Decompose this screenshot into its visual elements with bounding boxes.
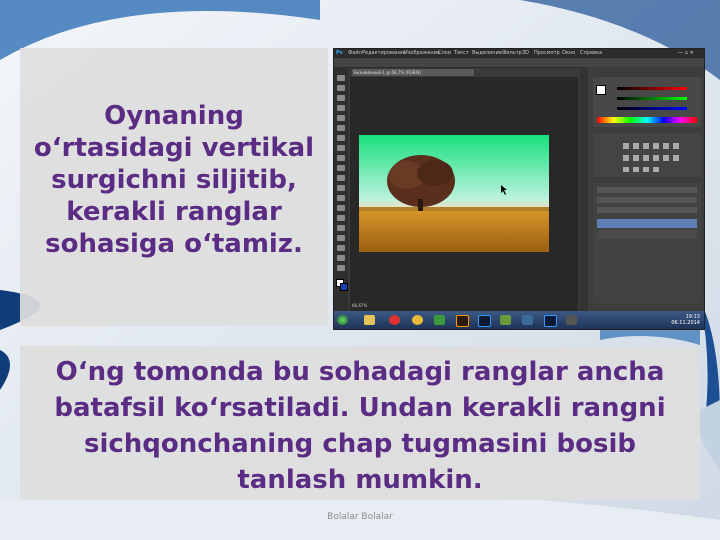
dodge-tool-icon[interactable] bbox=[337, 205, 345, 211]
illustrator-icon[interactable] bbox=[456, 315, 469, 327]
ps-menu-edit[interactable]: Редактирование bbox=[362, 50, 406, 56]
layers-panel bbox=[593, 183, 701, 303]
red-slider[interactable] bbox=[617, 87, 687, 90]
ps-menu-image[interactable]: Изображение bbox=[404, 50, 440, 56]
adjustments-panel bbox=[593, 133, 701, 177]
ps-toolbar bbox=[334, 67, 348, 311]
ps-logo: Ps bbox=[336, 50, 343, 56]
background-color-swatch[interactable] bbox=[340, 283, 348, 291]
zoom-tool-icon[interactable] bbox=[337, 265, 345, 271]
healing-tool-icon[interactable] bbox=[337, 135, 345, 141]
eyedropper-tool-icon[interactable] bbox=[337, 125, 345, 131]
app3-icon[interactable] bbox=[522, 315, 533, 325]
type-tool-icon[interactable] bbox=[337, 225, 345, 231]
lasso-tool-icon[interactable] bbox=[337, 95, 345, 101]
gradient-tool-icon[interactable] bbox=[337, 185, 345, 191]
layer-row[interactable] bbox=[597, 230, 697, 239]
spectrum-bar[interactable] bbox=[597, 117, 697, 123]
eraser-tool-icon[interactable] bbox=[337, 175, 345, 181]
blue-slider[interactable] bbox=[617, 107, 687, 110]
ps-menu-view[interactable]: Просмотр bbox=[534, 50, 560, 56]
window-controls[interactable]: — ▫ ✕ bbox=[678, 50, 694, 56]
photoshop-icon[interactable] bbox=[478, 315, 491, 327]
layer-row-selected[interactable] bbox=[597, 219, 697, 228]
hand-tool-icon[interactable] bbox=[337, 255, 345, 261]
brush-tool-icon[interactable] bbox=[337, 145, 345, 151]
chrome-icon[interactable] bbox=[412, 315, 423, 325]
windows-taskbar: 19:13 06.11.2014 bbox=[334, 311, 704, 329]
app4-icon[interactable] bbox=[566, 315, 577, 325]
blur-tool-icon[interactable] bbox=[337, 195, 345, 201]
app2-icon[interactable] bbox=[500, 315, 511, 325]
opera-icon[interactable] bbox=[389, 315, 400, 325]
ps-menu-help[interactable]: Справка bbox=[580, 50, 602, 56]
ps-menu-file[interactable]: Файл bbox=[348, 50, 362, 56]
ps-right-panels bbox=[580, 67, 704, 311]
explorer-icon[interactable] bbox=[364, 315, 375, 325]
history-brush-tool-icon[interactable] bbox=[337, 165, 345, 171]
slide-text-bottom: O‘ng tomonda bu sohadagi ranglar ancha b… bbox=[54, 357, 666, 495]
move-tool-icon[interactable] bbox=[337, 75, 345, 81]
ps-menu-type[interactable]: Текст bbox=[454, 50, 469, 56]
marquee-tool-icon[interactable] bbox=[337, 85, 345, 91]
quick-select-tool-icon[interactable] bbox=[337, 105, 345, 111]
start-button-icon[interactable] bbox=[337, 315, 348, 325]
tree-photo bbox=[359, 135, 549, 252]
taskbar-clock: 19:13 06.11.2014 bbox=[671, 314, 700, 326]
path-select-tool-icon[interactable] bbox=[337, 235, 345, 241]
green-slider[interactable] bbox=[617, 97, 687, 100]
panel-collapse-strip[interactable] bbox=[580, 67, 588, 311]
ps-menu-3d[interactable]: 3D bbox=[522, 50, 529, 56]
fg-swatch[interactable] bbox=[596, 85, 606, 95]
ps-menu-select[interactable]: Выделение bbox=[472, 50, 502, 56]
ps-menu-window[interactable]: Окно bbox=[562, 50, 575, 56]
ps-menu-filter[interactable]: Фильтр bbox=[502, 50, 522, 56]
app-icon[interactable] bbox=[434, 315, 445, 325]
shape-tool-icon[interactable] bbox=[337, 245, 345, 251]
pen-tool-icon[interactable] bbox=[337, 215, 345, 221]
status-zoom: 66,67% bbox=[352, 303, 368, 308]
clock-date: 06.11.2014 bbox=[671, 320, 700, 326]
stamp-tool-icon[interactable] bbox=[337, 155, 345, 161]
ps-menubar: Ps Файл Редактирование Изображение Слои … bbox=[334, 49, 704, 58]
slide-footer: Bolalar Bolalar bbox=[327, 512, 393, 522]
photoshop-active-icon[interactable] bbox=[544, 315, 557, 327]
ps-menu-layers[interactable]: Слои bbox=[438, 50, 451, 56]
crop-tool-icon[interactable] bbox=[337, 115, 345, 121]
photoshop-screenshot: Ps Файл Редактирование Изображение Слои … bbox=[333, 48, 705, 330]
document-tab[interactable]: Безымянный-1 @ 66,7% (RGB/8) bbox=[352, 69, 474, 76]
slide-text-left: Oynaning o‘rtasidagi vertikal surgichni … bbox=[33, 101, 315, 259]
color-panel bbox=[593, 77, 701, 127]
